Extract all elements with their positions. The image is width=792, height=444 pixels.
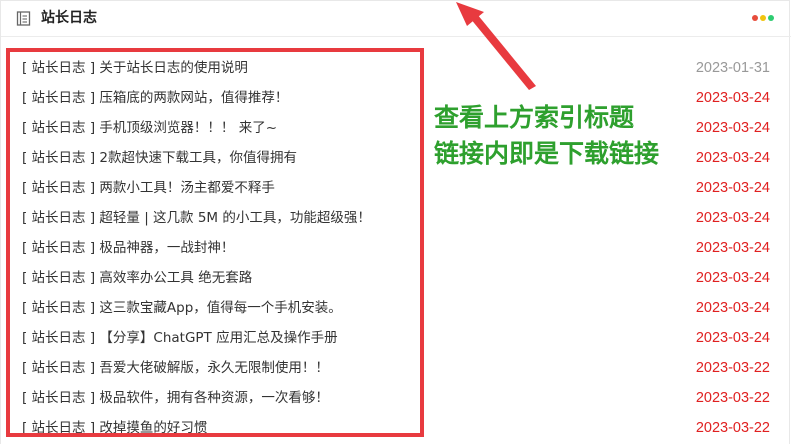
annotation-line-2: 链接内即是下载链接 bbox=[434, 139, 660, 168]
panel-header: 站长日志 bbox=[1, 1, 791, 37]
post-date: 2023-03-24 bbox=[695, 90, 770, 106]
three-dots-icon[interactable] bbox=[752, 15, 774, 21]
list-item: [ 站长日志 ] 极品神器，一战封神！ 2023-03-24 bbox=[1, 233, 791, 263]
list-item: [ 站长日志 ] 这三款宝藏App，值得每一个手机安装。 2023-03-24 bbox=[1, 293, 791, 323]
post-date: 2023-03-22 bbox=[695, 420, 770, 436]
menu-dot bbox=[760, 15, 766, 21]
post-title-link[interactable]: [ 站长日志 ] 吾爱大佬破解版，永久无限制使用！！ bbox=[22, 353, 329, 383]
post-date: 2023-03-24 bbox=[695, 270, 770, 286]
post-title-link[interactable]: [ 站长日志 ] 两款小工具！汤主都爱不释手 bbox=[22, 173, 275, 203]
list-item: [ 站长日志 ] 高效率办公工具 绝无套路 2023-03-24 bbox=[1, 263, 791, 293]
post-title-link[interactable]: [ 站长日志 ] 【分享】ChatGPT 应用汇总及操作手册 bbox=[22, 323, 338, 353]
list-item: [ 站长日志 ] 【分享】ChatGPT 应用汇总及操作手册 2023-03-24 bbox=[1, 323, 791, 353]
arrow-shaft bbox=[470, 14, 536, 90]
post-date: 2023-01-31 bbox=[695, 60, 770, 76]
menu-dot bbox=[752, 15, 758, 21]
post-title-link[interactable]: [ 站长日志 ] 极品神器，一战封神！ bbox=[22, 233, 234, 263]
post-title-link[interactable]: [ 站长日志 ] 2款超快速下载工具，你值得拥有 bbox=[22, 143, 297, 173]
post-title-link[interactable]: [ 站长日志 ] 压箱底的两款网站，值得推荐！ bbox=[22, 83, 288, 113]
post-title-link[interactable]: [ 站长日志 ] 高效率办公工具 绝无套路 bbox=[22, 263, 252, 293]
post-date: 2023-03-24 bbox=[695, 180, 770, 196]
post-date: 2023-03-24 bbox=[695, 240, 770, 256]
post-date: 2023-03-24 bbox=[695, 120, 770, 136]
post-title-link[interactable]: [ 站长日志 ] 关于站长日志的使用说明 bbox=[22, 53, 248, 83]
list-item: [ 站长日志 ] 关于站长日志的使用说明 2023-01-31 bbox=[1, 53, 791, 83]
panel-title: 站长日志 bbox=[41, 10, 97, 26]
list-item: [ 站长日志 ] 两款小工具！汤主都爱不释手 2023-03-24 bbox=[1, 173, 791, 203]
post-list-panel: 站长日志 [ 站长日志 ] 关于站长日志的使用说明 2023-01-31[ 站长日… bbox=[0, 0, 791, 444]
post-date: 2023-03-24 bbox=[695, 150, 770, 166]
notebook-icon bbox=[16, 11, 31, 26]
post-date: 2023-03-24 bbox=[695, 210, 770, 226]
post-title-link[interactable]: [ 站长日志 ] 改掉摸鱼的好习惯 bbox=[22, 413, 207, 443]
post-title-link[interactable]: [ 站长日志 ] 极品软件，拥有各种资源，一次看够！ bbox=[22, 383, 329, 413]
list-item: [ 站长日志 ] 吾爱大佬破解版，永久无限制使用！！ 2023-03-22 bbox=[1, 353, 791, 383]
post-date: 2023-03-24 bbox=[695, 330, 770, 346]
post-date: 2023-03-22 bbox=[695, 360, 770, 376]
post-date: 2023-03-24 bbox=[695, 300, 770, 316]
list-item: [ 站长日志 ] 超轻量 | 这几款 5M 的小工具，功能超级强！ 2023-03… bbox=[1, 203, 791, 233]
list-item: [ 站长日志 ] 改掉摸鱼的好习惯 2023-03-22 bbox=[1, 413, 791, 443]
post-title-link[interactable]: [ 站长日志 ] 超轻量 | 这几款 5M 的小工具，功能超级强！ bbox=[22, 203, 371, 233]
annotation-line-1: 查看上方索引标题 bbox=[434, 103, 635, 132]
arrow-annotation bbox=[456, 2, 536, 90]
menu-dot bbox=[768, 15, 774, 21]
list-item: [ 站长日志 ] 极品软件，拥有各种资源，一次看够！ 2023-03-22 bbox=[1, 383, 791, 413]
post-title-link[interactable]: [ 站长日志 ] 手机顶级浏览器！！！ 来了~ bbox=[22, 113, 277, 143]
post-title-link[interactable]: [ 站长日志 ] 这三款宝藏App，值得每一个手机安装。 bbox=[22, 293, 342, 323]
post-date: 2023-03-22 bbox=[695, 390, 770, 406]
annotation-text: 查看上方索引标题 链接内即是下载链接 bbox=[434, 100, 694, 172]
